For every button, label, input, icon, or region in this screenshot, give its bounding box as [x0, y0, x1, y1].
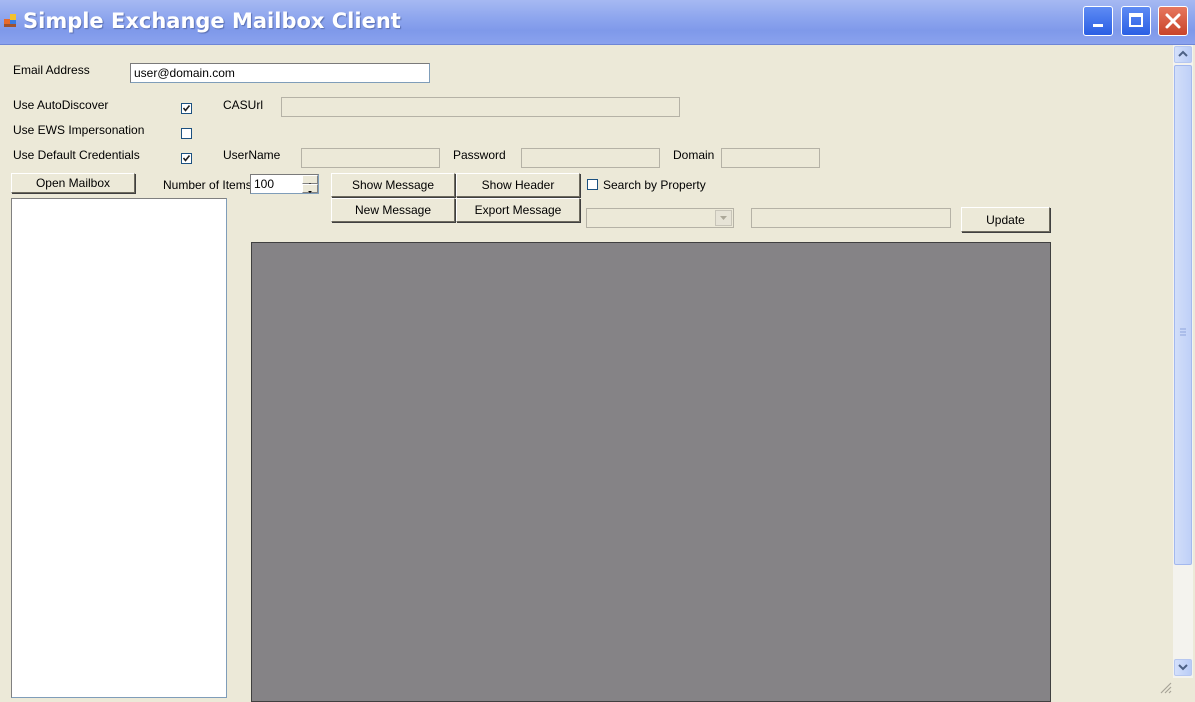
casurl-label: CASUrl	[223, 98, 264, 112]
default-credentials-checkbox[interactable]	[181, 153, 192, 164]
app-icon[interactable]	[4, 14, 18, 28]
title-bar[interactable]: Simple Exchange Mailbox Client	[0, 0, 1195, 45]
domain-input[interactable]	[721, 148, 820, 168]
username-label: UserName	[223, 148, 281, 162]
scrollbar-thumb[interactable]	[1174, 65, 1192, 565]
maximize-icon	[1129, 13, 1143, 27]
window-title: Simple Exchange Mailbox Client	[23, 9, 401, 33]
checkmark-icon	[182, 155, 191, 162]
impersonation-label: Use EWS Impersonation	[13, 123, 145, 137]
close-button[interactable]	[1158, 6, 1188, 36]
default-credentials-label: Use Default Credentials	[13, 148, 140, 162]
maximize-button[interactable]	[1121, 6, 1151, 36]
scroll-up-icon	[1178, 50, 1188, 57]
close-icon	[1165, 13, 1181, 29]
search-by-property-checkbox[interactable]	[587, 179, 598, 190]
dropdown-button[interactable]	[715, 210, 732, 226]
thumb-grip-icon	[1180, 328, 1186, 336]
client-area: Email Address user@domain.com Use AutoDi…	[2, 45, 1173, 702]
show-message-button[interactable]: Show Message	[331, 173, 455, 197]
vertical-scrollbar[interactable]	[1173, 45, 1193, 678]
minimize-icon	[1093, 24, 1103, 27]
stepper-down-button[interactable]	[302, 184, 318, 193]
show-header-button[interactable]: Show Header	[456, 173, 580, 197]
number-of-items-stepper[interactable]: 100	[250, 174, 319, 194]
password-label: Password	[453, 148, 506, 162]
stepper-up-button[interactable]	[302, 175, 318, 185]
impersonation-checkbox[interactable]	[181, 128, 192, 139]
search-by-property-label: Search by Property	[603, 178, 706, 192]
password-input[interactable]	[521, 148, 660, 168]
autodiscover-checkbox[interactable]	[181, 103, 192, 114]
folder-list[interactable]	[11, 198, 227, 698]
stepper-buttons[interactable]	[302, 175, 318, 193]
domain-label: Domain	[673, 148, 715, 162]
number-of-items-value: 100	[254, 177, 275, 191]
username-input[interactable]	[301, 148, 440, 168]
message-grid[interactable]	[251, 242, 1051, 702]
update-button[interactable]: Update	[961, 207, 1050, 232]
autodiscover-label: Use AutoDiscover	[13, 98, 109, 112]
scroll-down-icon	[1178, 664, 1188, 671]
minimize-button[interactable]	[1083, 6, 1113, 36]
open-mailbox-button[interactable]: Open Mailbox	[11, 173, 135, 193]
property-value-input[interactable]	[751, 208, 951, 228]
scroll-down-button[interactable]	[1174, 659, 1192, 676]
email-label: Email Address	[13, 63, 90, 77]
checkmark-icon	[182, 105, 191, 112]
casurl-input[interactable]	[281, 97, 680, 117]
new-message-button[interactable]: New Message	[331, 198, 455, 222]
property-select[interactable]	[586, 208, 734, 228]
email-input[interactable]: user@domain.com	[130, 63, 430, 83]
number-of-items-label: Number of Items	[163, 178, 252, 192]
export-message-button[interactable]: Export Message	[456, 198, 580, 222]
scroll-up-button[interactable]	[1174, 46, 1192, 63]
resize-grip-icon[interactable]	[1158, 680, 1172, 694]
chevron-down-icon	[720, 216, 727, 220]
arrow-down-icon	[308, 191, 312, 193]
